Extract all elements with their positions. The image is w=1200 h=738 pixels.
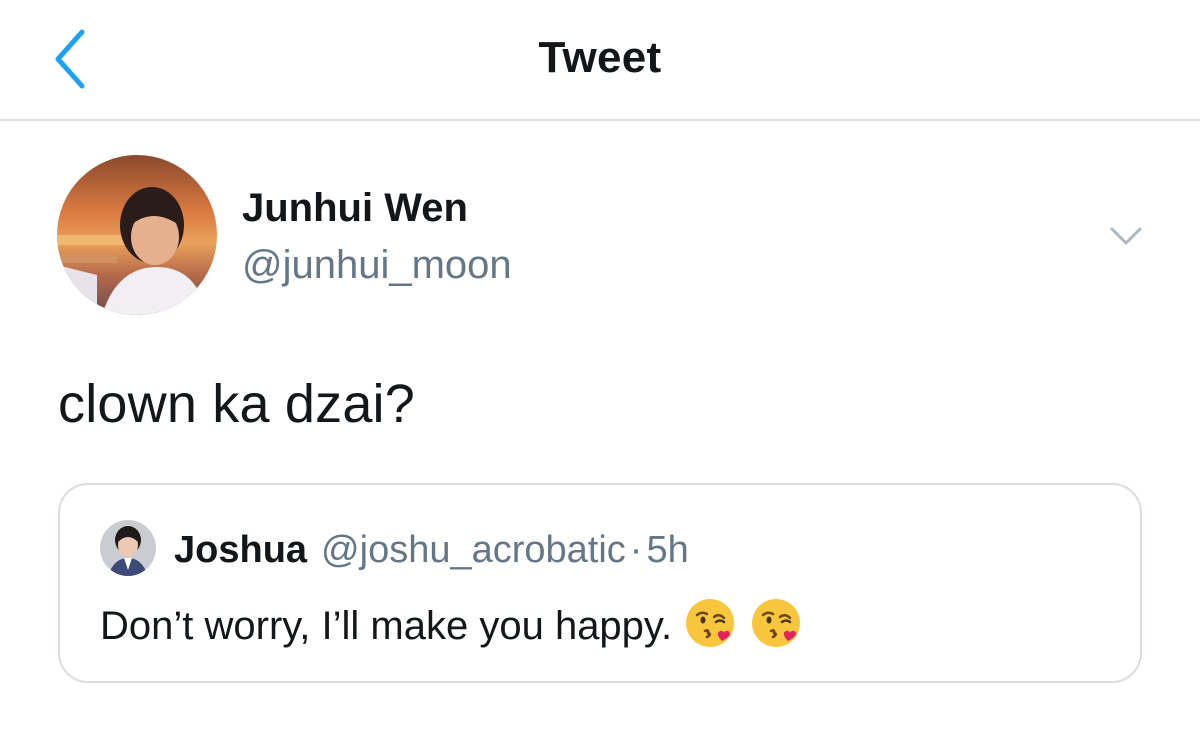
quote-timestamp: 5h <box>646 529 689 571</box>
more-options-button[interactable] <box>1106 218 1146 254</box>
quote-author-handle: @joshu_acrobatic <box>321 529 626 571</box>
quote-author-name: Joshua <box>174 529 308 571</box>
tweet-detail-screen: Tweet Junhui Wen @junhui_moon clown ka d… <box>0 0 1200 738</box>
author-name[interactable]: Junhui Wen <box>242 186 468 231</box>
chevron-down-icon <box>1110 227 1142 245</box>
author-handle[interactable]: @junhui_moon <box>242 243 512 288</box>
face-blowing-kiss-emoji <box>752 599 801 647</box>
page-title: Tweet <box>538 33 662 82</box>
avatar-photo <box>57 155 217 315</box>
quote-text: Don’t worry, I’ll make you happy. <box>100 597 804 651</box>
quote-text-content: Don’t worry, I’ll make you happy. <box>100 604 673 648</box>
quote-avatar[interactable] <box>100 520 156 576</box>
quoted-tweet-card[interactable]: Joshua @joshu_acrobatic · 5h Don’t worry, I… <box>58 483 1142 683</box>
avatar[interactable] <box>57 155 217 315</box>
tweet-text: clown ka dzai? <box>58 374 415 434</box>
quote-header: Joshua @joshu_acrobatic · 5h <box>174 527 689 573</box>
quote-avatar-photo <box>100 520 156 576</box>
quote-separator: · <box>629 529 643 571</box>
nav-header: Tweet <box>0 0 1200 121</box>
face-blowing-kiss-emoji <box>686 599 735 647</box>
